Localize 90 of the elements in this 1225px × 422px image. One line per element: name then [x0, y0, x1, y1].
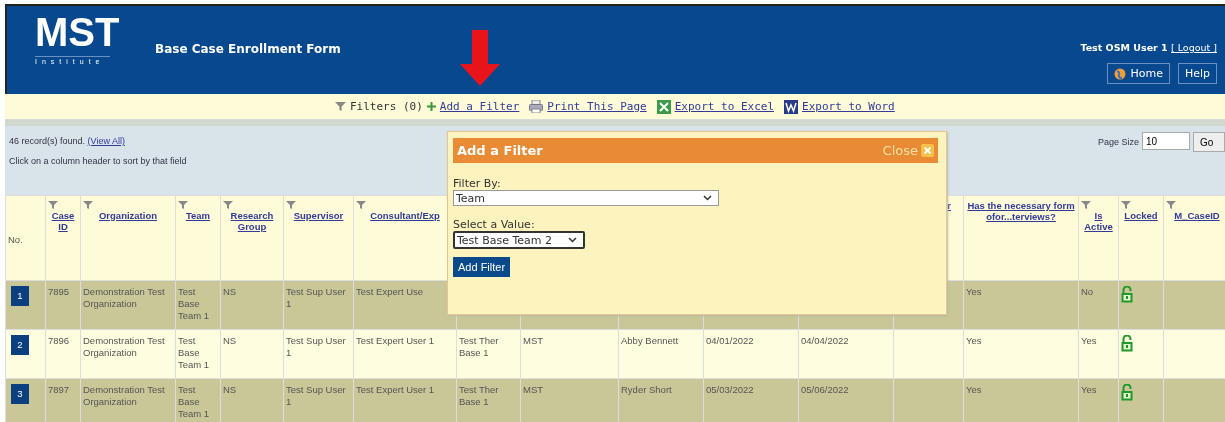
- table-cell: Yes: [1081, 335, 1097, 346]
- table-cell: Test Expert User 1: [356, 384, 435, 395]
- table-cell: Test Base Team 1: [178, 384, 210, 419]
- page-title: Base Case Enrollment Form: [155, 42, 341, 56]
- table-cell: Abby Bennett: [621, 335, 679, 346]
- table-cell: Test Base Team 1: [178, 335, 210, 370]
- printer-icon: [529, 100, 544, 113]
- funnel-icon[interactable]: [356, 200, 366, 210]
- table-cell: Test Expert User 1: [356, 335, 435, 346]
- value-label: Select a Value:: [453, 218, 536, 231]
- export-word-link[interactable]: Export to Word: [802, 100, 895, 113]
- table-cell: 04/01/2022: [706, 335, 754, 346]
- funnel-icon[interactable]: [1081, 200, 1091, 210]
- table-cell: MST: [523, 335, 544, 346]
- column-header-link[interactable]: Organization: [98, 210, 158, 221]
- table-cell: No: [1081, 286, 1094, 297]
- funnel-icon[interactable]: [1121, 200, 1131, 210]
- column-header-link[interactable]: r: [947, 200, 951, 211]
- caret-icon: [703, 195, 712, 201]
- table-cell: Test Base Team 1: [178, 286, 210, 321]
- add-filter-link[interactable]: Add a Filter: [439, 100, 520, 113]
- table-cell: Test Expert Use: [356, 286, 424, 297]
- dialog-title: Add a Filter: [457, 143, 543, 158]
- document-icon: [784, 99, 799, 114]
- caret-icon: [568, 237, 577, 243]
- logout-link[interactable]: [ Logout ]: [1171, 42, 1217, 53]
- record-count: 46 record(s) found.: [9, 136, 86, 146]
- page-size-field[interactable]: 10: [1142, 132, 1190, 150]
- table-cell: Demonstration Test Organization: [83, 286, 165, 309]
- spreadsheet-icon: [656, 99, 671, 114]
- table-cell: 7896: [48, 335, 70, 346]
- globe-icon: [1114, 67, 1127, 80]
- table-cell: Test Sup User 1: [286, 286, 346, 309]
- column-header: No.: [8, 233, 23, 245]
- user-name: Test OSM User 1: [1080, 42, 1168, 53]
- filter-by-dropdown[interactable]: Team: [453, 190, 719, 206]
- padlock-icon: [1121, 286, 1133, 303]
- table-cell: Yes: [1081, 384, 1097, 395]
- row-number-button[interactable]: 1: [11, 286, 29, 306]
- padlock-icon: [1121, 335, 1133, 352]
- table-cell: NS: [223, 384, 237, 395]
- logo-text: MST: [35, 9, 120, 56]
- funnel-icon[interactable]: [223, 200, 233, 210]
- table-cell: Yes: [966, 384, 982, 395]
- row-number-button[interactable]: 2: [11, 335, 29, 355]
- table-cell: 04/04/2022: [801, 335, 849, 346]
- column-header-link[interactable]: Supervisor: [293, 210, 344, 221]
- add-filter-button[interactable]: Add Filter: [453, 257, 511, 277]
- column-header-link[interactable]: Locked: [1124, 210, 1158, 221]
- close-icon: [921, 144, 934, 157]
- funnel-icon[interactable]: [1166, 200, 1176, 210]
- print-link[interactable]: Print This Page: [547, 100, 647, 113]
- table-cell: Yes: [966, 286, 982, 297]
- value-dropdown[interactable]: Test Base Team 2: [453, 231, 585, 249]
- view-all-link[interactable]: (View All): [87, 136, 125, 146]
- page-size-label: Page Size: [1097, 137, 1139, 147]
- funnel-icon: [335, 101, 346, 112]
- table-cell: Demonstration Test Organization: [83, 335, 165, 358]
- go-button[interactable]: Go: [1193, 132, 1225, 152]
- table-cell: NS: [223, 335, 237, 346]
- table-cell: 7897: [48, 384, 70, 395]
- column-header-link[interactable]: Consultant/Exp: [370, 210, 440, 221]
- row-number-button[interactable]: 3: [11, 384, 29, 404]
- filters-count: Filters (0): [350, 100, 423, 113]
- table-cell: MST: [523, 384, 544, 395]
- table-cell: 05/06/2022: [801, 384, 849, 395]
- column-header-link[interactable]: M_CaseID: [1174, 210, 1220, 221]
- table-cell: 7895: [48, 286, 70, 297]
- table-cell: Test Sup User 1: [286, 335, 346, 358]
- table-cell: Test Sup User 1: [286, 384, 346, 407]
- table-cell: Demonstration Test Organization: [83, 384, 165, 407]
- column-header-link[interactable]: Team: [185, 210, 211, 221]
- export-excel-link[interactable]: Export to Excel: [674, 100, 775, 113]
- table-cell: NS: [223, 286, 237, 297]
- table-cell: Yes: [966, 335, 982, 346]
- funnel-icon[interactable]: [48, 200, 58, 210]
- funnel-icon[interactable]: [178, 200, 188, 210]
- table-cell: 05/03/2022: [706, 384, 754, 395]
- plus-icon: [426, 102, 436, 111]
- table-cell: Test Ther Base 1: [459, 384, 499, 407]
- funnel-icon[interactable]: [83, 200, 93, 210]
- down-arrow-icon: [460, 30, 500, 86]
- help-button[interactable]: Help: [1177, 63, 1217, 84]
- funnel-icon[interactable]: [286, 200, 296, 210]
- table-cell: Ryder Short: [621, 384, 672, 395]
- padlock-icon: [1121, 384, 1133, 401]
- sort-hint: Click on a column header to sort by that field: [9, 156, 187, 166]
- table-cell: Test Ther Base 1: [459, 335, 499, 358]
- home-button[interactable]: Home: [1107, 63, 1170, 84]
- filter-by-label: Filter By:: [453, 177, 502, 190]
